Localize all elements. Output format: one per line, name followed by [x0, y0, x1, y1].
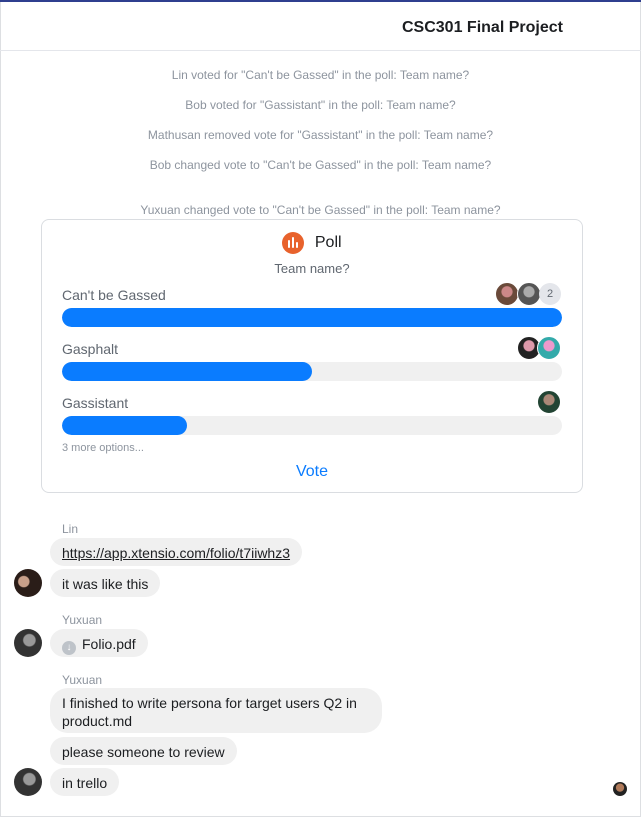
system-message: Bob voted for "Gassistant" in the poll: …: [185, 98, 456, 112]
poll-header: Poll: [42, 232, 582, 254]
file-name: Folio.pdf: [82, 636, 136, 652]
chat-title: CSC301 Final Project: [402, 19, 563, 36]
poll-option-bar[interactable]: [62, 308, 562, 327]
message-bubble[interactable]: in trello: [50, 768, 120, 796]
voter-avatar: [537, 336, 561, 360]
message-bubble[interactable]: https://app.xtensio.com/folio/t7iiwhz3: [50, 538, 303, 566]
avatar[interactable]: [14, 629, 42, 657]
message-bubble[interactable]: please someone to review: [50, 737, 237, 765]
poll-option-fill: [62, 308, 562, 327]
poll-question: Team name?: [274, 261, 350, 276]
voter-count-badge[interactable]: 2: [539, 283, 561, 305]
poll-card: Poll Team name? Can't be Gassed 2 Gaspha…: [41, 219, 583, 493]
message-link[interactable]: https://app.xtensio.com/folio/t7iiwhz3: [62, 545, 290, 561]
system-message: Bob changed vote to "Can't be Gassed" in…: [149, 158, 492, 172]
bar-chart-icon: [282, 232, 305, 254]
poll-option-label[interactable]: Gasphalt: [62, 341, 118, 357]
system-message: Mathusan removed vote for "Gassistant" i…: [147, 128, 494, 142]
sender-name: Lin: [62, 522, 79, 536]
file-attachment[interactable]: ↓ Folio.pdf: [50, 629, 148, 657]
chat-header: CSC301 Final Project: [0, 2, 641, 51]
voter-avatar: [495, 282, 519, 306]
sender-name: Yuxuan: [62, 613, 103, 627]
message-bubble[interactable]: I finished to write persona for target u…: [50, 688, 382, 733]
system-message: Lin voted for "Can't be Gassed" in the p…: [171, 68, 470, 82]
poll-option-label[interactable]: Gassistant: [62, 395, 128, 411]
voter-avatar: [517, 282, 541, 306]
message-bubble[interactable]: it was like this: [50, 569, 161, 597]
read-receipt-avatar: [613, 782, 627, 796]
poll-label: Poll: [314, 234, 342, 251]
poll-option-bar[interactable]: [62, 416, 562, 435]
download-icon: ↓: [62, 641, 76, 655]
sender-name: Yuxuan: [62, 673, 103, 687]
poll-option-fill: [62, 362, 312, 381]
more-options-link[interactable]: 3 more options...: [62, 442, 144, 454]
poll-option-label[interactable]: Can't be Gassed: [62, 287, 166, 303]
avatar[interactable]: [14, 768, 42, 796]
avatar[interactable]: [14, 569, 42, 597]
system-message: Yuxuan changed vote to "Can't be Gassed"…: [140, 203, 501, 217]
poll-option-fill: [62, 416, 187, 435]
vote-button[interactable]: Vote: [42, 463, 582, 481]
poll-option-bar[interactable]: [62, 362, 562, 381]
voter-avatar: [537, 390, 561, 414]
